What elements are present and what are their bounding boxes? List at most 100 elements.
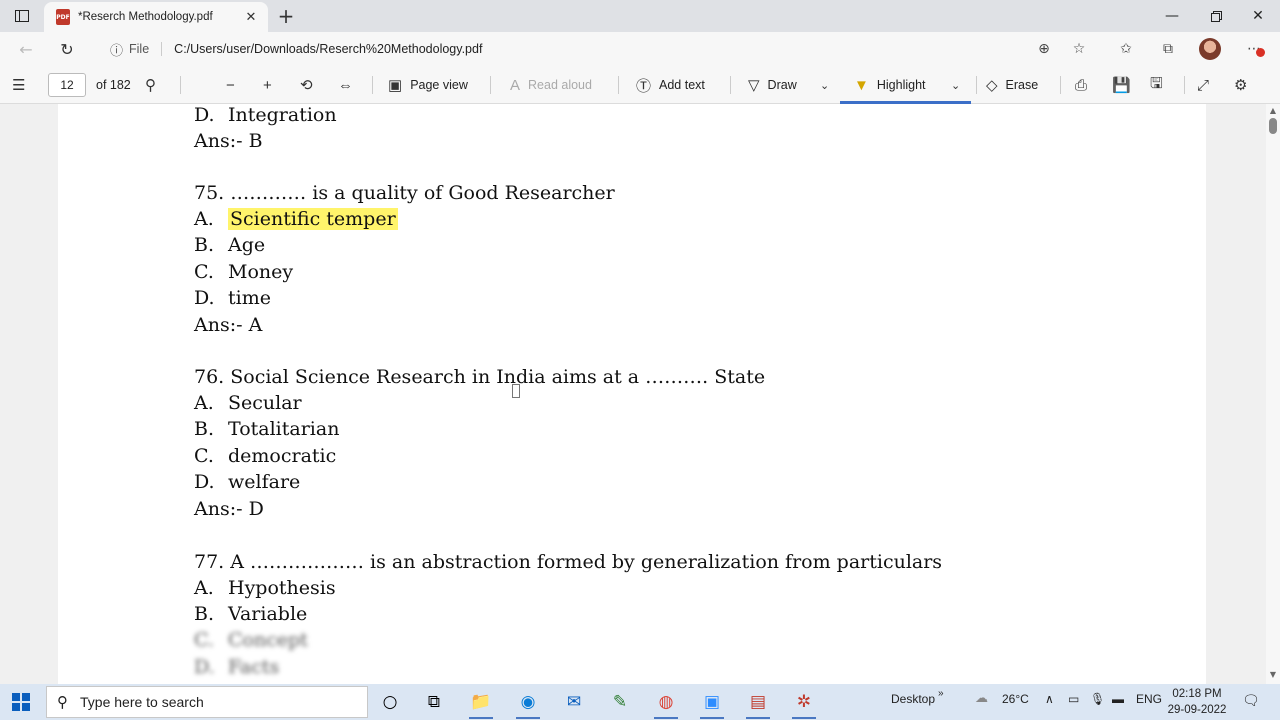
highlight-label: Highlight: [876, 78, 926, 92]
task-view-icon[interactable]: ⧉: [416, 688, 452, 716]
chrome-icon[interactable]: ◍: [648, 688, 684, 719]
tab-active[interactable]: PDF *Reserch Methodology.pdf ✕: [44, 2, 268, 32]
paint-app-icon[interactable]: ✲: [786, 688, 822, 719]
search-icon: ⚲: [57, 693, 68, 711]
fullscreen-icon[interactable]: ⤢: [1197, 72, 1217, 98]
toolbar-divider: [618, 76, 619, 94]
vertical-scrollbar[interactable]: ▲ ▼: [1266, 104, 1280, 684]
option-text: Secular: [228, 392, 302, 414]
language-indicator[interactable]: ENG: [1136, 692, 1162, 706]
highlight-icon: ▼: [854, 76, 869, 94]
refresh-icon[interactable]: ↻: [53, 36, 81, 62]
tab-actions-icon[interactable]: [0, 0, 44, 32]
meet-now-icon[interactable]: ▭: [1068, 692, 1079, 706]
rotate-icon[interactable]: ⟲: [300, 72, 321, 98]
answer-line: Ans:- A: [194, 314, 263, 336]
settings-gear-icon[interactable]: ⚙: [1234, 72, 1255, 98]
mail-icon[interactable]: ✉: [556, 688, 592, 716]
search-placeholder: Type here to search: [80, 694, 204, 710]
battery-icon[interactable]: ▬: [1112, 692, 1124, 706]
weather-icon[interactable]: ☁: [975, 690, 988, 706]
option-label: C.: [194, 261, 214, 283]
weather-temperature[interactable]: 26°C: [1002, 692, 1029, 706]
question-title: 77. A ……………… is an abstraction formed by…: [194, 551, 943, 573]
option-line-blurred: C. Concept: [194, 629, 308, 651]
add-text-button[interactable]: Ⓣ Add text: [636, 72, 705, 98]
page-number-input[interactable]: 12: [48, 73, 86, 97]
option-label: B.: [194, 234, 215, 256]
powerpoint-icon[interactable]: ▤: [740, 688, 776, 719]
answer-line: Ans:- D: [194, 498, 264, 520]
toolbar-expand-icon[interactable]: »: [938, 688, 944, 699]
option-label: A.: [194, 577, 214, 599]
desktop-toolbar-label[interactable]: Desktop: [891, 692, 935, 706]
zoom-out-icon[interactable]: −: [226, 72, 243, 98]
taskbar-search-box[interactable]: ⚲ Type here to search: [46, 686, 368, 718]
text-cursor-icon: [512, 384, 520, 398]
page-view-label: Page view: [410, 78, 468, 92]
zoom-app-icon[interactable]: ▣: [694, 688, 730, 719]
erase-button[interactable]: ◇ Erase: [986, 72, 1038, 98]
option-text: time: [228, 287, 271, 309]
toolbar-divider: [490, 76, 491, 94]
add-text-label: Add text: [659, 78, 705, 92]
option-label: B.: [194, 418, 215, 440]
pdf-viewport[interactable]: D. Integration Ans:- B 75. ………… is a qual…: [0, 104, 1266, 684]
minimize-icon[interactable]: —: [1150, 0, 1194, 32]
zoom-in-icon[interactable]: +: [263, 72, 280, 98]
option-text: Hypothesis: [228, 577, 336, 599]
option-line: A. Hypothesis: [194, 577, 336, 599]
page-view-button[interactable]: ▣ Page view: [388, 72, 468, 98]
contents-icon[interactable]: ☰: [12, 72, 33, 98]
url-box[interactable]: ⓘ File C:/Users/user/Downloads/Reserch%2…: [100, 35, 1100, 63]
read-aloud-button[interactable]: A Read aloud: [510, 72, 592, 98]
add-favorite-icon[interactable]: ☆: [1068, 38, 1090, 60]
scroll-up-icon[interactable]: ▲: [1266, 106, 1280, 118]
url-text[interactable]: C:/Users/user/Downloads/Reserch%20Method…: [174, 42, 482, 56]
scroll-down-icon[interactable]: ▼: [1266, 670, 1280, 682]
save-as-icon[interactable]: 🖫: [1150, 72, 1171, 98]
scroll-thumb[interactable]: [1269, 118, 1277, 134]
option-label: D.: [194, 471, 215, 493]
option-label: C.: [194, 445, 214, 467]
info-icon[interactable]: ⓘ: [110, 40, 123, 59]
close-tab-icon[interactable]: ✕: [240, 10, 262, 25]
show-hidden-icons-chevron-icon[interactable]: ∧: [1045, 692, 1054, 706]
favorites-icon[interactable]: ✩: [1115, 38, 1137, 60]
pen-app-icon[interactable]: ✎: [602, 688, 638, 716]
fit-page-icon[interactable]: ⇔: [338, 72, 361, 98]
option-line-blurred: D. Facts: [194, 656, 279, 678]
draw-options-chevron-icon[interactable]: ⌄: [820, 72, 837, 98]
clock-time: 02:18 PM: [1172, 688, 1222, 700]
zoom-icon[interactable]: ⊕: [1033, 38, 1055, 60]
option-text: welfare: [228, 471, 301, 493]
restore-icon[interactable]: [1194, 0, 1238, 32]
toolbar-divider: [180, 76, 181, 94]
back-icon[interactable]: ←: [12, 36, 40, 62]
option-line: B. Age: [194, 234, 265, 256]
find-icon[interactable]: ⚲: [145, 72, 164, 98]
profile-avatar[interactable]: [1199, 38, 1221, 60]
page-view-icon: ▣: [388, 77, 403, 94]
option-label: D.: [194, 656, 215, 678]
option-text: Age: [228, 234, 266, 256]
windows-start-icon[interactable]: [12, 693, 30, 711]
edge-browser-icon[interactable]: ◉: [510, 688, 546, 719]
new-tab-button[interactable]: +: [274, 4, 298, 28]
save-icon[interactable]: 💾: [1112, 72, 1139, 98]
highlight-button[interactable]: ▼ Highlight: [854, 72, 926, 98]
file-explorer-icon[interactable]: 📁: [463, 688, 499, 719]
highlight-options-chevron-icon[interactable]: ⌄: [951, 72, 968, 98]
print-icon[interactable]: ⎙: [1075, 72, 1095, 98]
cortana-icon[interactable]: ○: [372, 688, 408, 716]
tab-bar: PDF *Reserch Methodology.pdf ✕ + — ✕: [0, 0, 1280, 32]
draw-button[interactable]: ▽ Draw: [748, 72, 797, 98]
notifications-icon[interactable]: 🗨: [1242, 692, 1260, 709]
option-line: A. Scientific temper: [194, 208, 398, 230]
option-line: D. time: [194, 287, 271, 309]
close-window-icon[interactable]: ✕: [1236, 0, 1280, 32]
collections-icon[interactable]: ⧉: [1157, 38, 1179, 60]
taskbar-clock[interactable]: 02:18 PM 29-09-2022: [1166, 686, 1228, 718]
notification-badge: [1256, 48, 1265, 57]
microphone-icon[interactable]: 🎙: [1090, 692, 1105, 706]
